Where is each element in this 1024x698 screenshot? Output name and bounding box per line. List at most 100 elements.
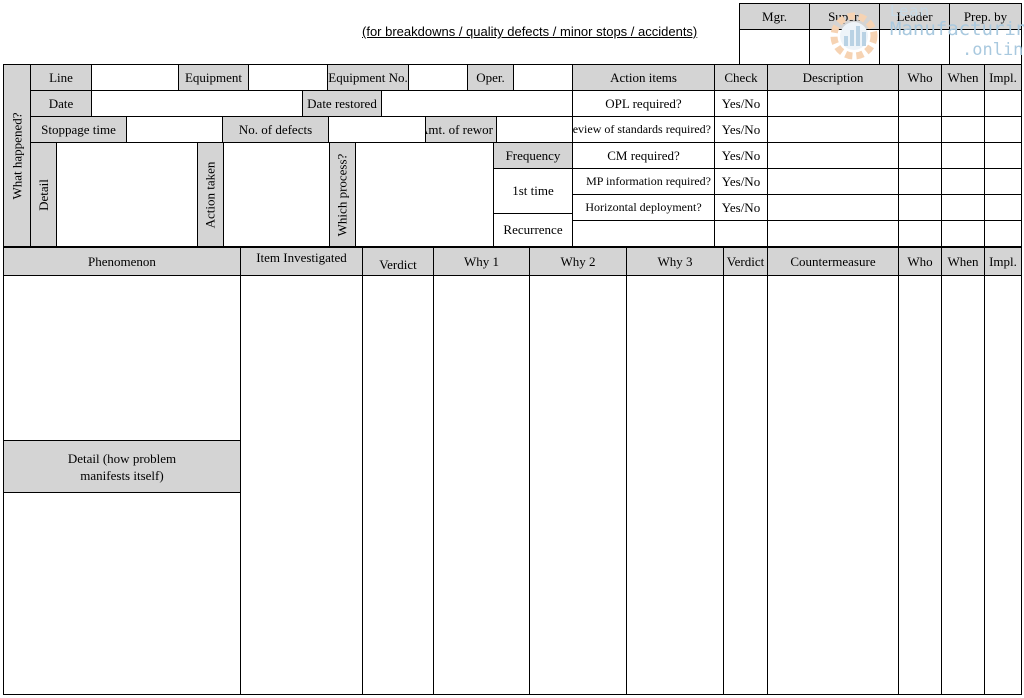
action-desc-horizontal[interactable] bbox=[767, 194, 899, 221]
action-impl-cm[interactable] bbox=[984, 142, 1022, 169]
action-desc-opl[interactable] bbox=[767, 90, 899, 117]
action-empty-when[interactable] bbox=[941, 220, 985, 247]
action-empty-who[interactable] bbox=[898, 220, 942, 247]
action-item-cm: CM required? bbox=[572, 142, 715, 169]
what-happened-label: What happened? bbox=[3, 64, 31, 247]
item-investigated-header: Item Investigated bbox=[240, 247, 363, 276]
amt-of-rework-field[interactable] bbox=[496, 116, 573, 143]
signoff-super-text: Super. bbox=[828, 8, 861, 24]
equipment-no-field[interactable] bbox=[408, 64, 468, 91]
phenomenon-field[interactable] bbox=[3, 275, 241, 441]
signoff-prep-box[interactable] bbox=[949, 29, 1022, 65]
action-when-opl[interactable] bbox=[941, 90, 985, 117]
countermeasure-column[interactable] bbox=[767, 275, 899, 695]
action-empty-desc[interactable] bbox=[767, 220, 899, 247]
action-who-mp[interactable] bbox=[898, 168, 942, 195]
action-impl-mp[interactable] bbox=[984, 168, 1022, 195]
action-who-standards[interactable] bbox=[898, 116, 942, 143]
signoff-super-label: Super. bbox=[809, 3, 880, 30]
why1-column[interactable] bbox=[433, 275, 530, 695]
item-investigated-column[interactable] bbox=[240, 275, 363, 695]
action-items-header: Action items bbox=[572, 64, 715, 91]
frequency-text: Frequency bbox=[505, 147, 561, 163]
oper-field[interactable] bbox=[513, 64, 573, 91]
action-item-text: Review of standards required? bbox=[572, 122, 711, 136]
action-when-standards[interactable] bbox=[941, 116, 985, 143]
which-process-text: Which process? bbox=[334, 153, 350, 236]
why3-header-text: Why 3 bbox=[657, 253, 693, 269]
action-impl-horizontal[interactable] bbox=[984, 194, 1022, 221]
action-check-mp[interactable]: Yes/No bbox=[714, 168, 768, 195]
action-item-horizontal: Horizontal deployment? bbox=[572, 194, 715, 221]
date-field[interactable] bbox=[91, 90, 303, 117]
action-item-opl: OPL required? bbox=[572, 90, 715, 117]
signoff-mgr-label: Mgr. bbox=[739, 3, 810, 30]
signoff-leader-box[interactable] bbox=[879, 29, 950, 65]
verdict-header: Verdict bbox=[362, 247, 434, 276]
action-impl-standards[interactable] bbox=[984, 116, 1022, 143]
check-header: Check bbox=[714, 64, 768, 91]
amt-of-rework-text: Amt. of rewor bbox=[425, 121, 493, 137]
analysis-when-header-text: When bbox=[947, 253, 979, 269]
signoff-mgr-box[interactable] bbox=[739, 29, 810, 65]
signoff-prep-label: Prep. by bbox=[949, 3, 1022, 30]
detail-field[interactable] bbox=[56, 142, 198, 247]
which-process-field[interactable] bbox=[355, 142, 494, 247]
frequency-label: Frequency bbox=[493, 142, 573, 169]
action-check-horizontal[interactable]: Yes/No bbox=[714, 194, 768, 221]
equipment-field[interactable] bbox=[248, 64, 328, 91]
impl-header: Impl. bbox=[984, 64, 1022, 91]
action-when-mp[interactable] bbox=[941, 168, 985, 195]
action-item-text: OPL required? bbox=[605, 95, 682, 111]
verdict2-column[interactable] bbox=[723, 275, 768, 695]
first-time-option[interactable]: 1st time bbox=[493, 168, 573, 214]
verdict2-header: Verdict bbox=[723, 247, 768, 276]
check-header-text: Check bbox=[724, 69, 758, 85]
action-empty-impl[interactable] bbox=[984, 220, 1022, 247]
analysis-impl-column[interactable] bbox=[984, 275, 1022, 695]
date-restored-field[interactable] bbox=[381, 90, 573, 117]
action-desc-cm[interactable] bbox=[767, 142, 899, 169]
action-item-text: Horizontal deployment? bbox=[585, 200, 702, 214]
phenomenon-header: Phenomenon bbox=[3, 247, 241, 276]
line-label: Line bbox=[30, 64, 92, 91]
action-check-cm[interactable]: Yes/No bbox=[714, 142, 768, 169]
when-header-text: When bbox=[947, 69, 979, 85]
action-who-horizontal[interactable] bbox=[898, 194, 942, 221]
detail-how-manifests-field[interactable] bbox=[3, 492, 241, 695]
countermeasure-header: Countermeasure bbox=[767, 247, 899, 276]
action-who-cm[interactable] bbox=[898, 142, 942, 169]
action-when-horizontal[interactable] bbox=[941, 194, 985, 221]
signoff-leader-text: Leader bbox=[896, 8, 933, 24]
analysis-who-column[interactable] bbox=[898, 275, 942, 695]
verdict-column[interactable] bbox=[362, 275, 434, 695]
action-check-standards[interactable]: Yes/No bbox=[714, 116, 768, 143]
action-when-cm[interactable] bbox=[941, 142, 985, 169]
action-check-opl[interactable]: Yes/No bbox=[714, 90, 768, 117]
signoff-leader-label: Leader bbox=[879, 3, 950, 30]
verdict2-header-text: Verdict bbox=[726, 253, 765, 269]
action-desc-mp[interactable] bbox=[767, 168, 899, 195]
what-happened-text: What happened? bbox=[9, 112, 25, 199]
stoppage-time-label: Stoppage time bbox=[30, 116, 127, 143]
action-desc-standards[interactable] bbox=[767, 116, 899, 143]
why3-column[interactable] bbox=[626, 275, 724, 695]
action-who-opl[interactable] bbox=[898, 90, 942, 117]
action-item-standards: Review of standards required? bbox=[572, 116, 715, 143]
action-impl-opl[interactable] bbox=[984, 90, 1022, 117]
analysis-when-column[interactable] bbox=[941, 275, 985, 695]
action-empty-item[interactable] bbox=[572, 220, 715, 247]
why2-column[interactable] bbox=[529, 275, 627, 695]
stoppage-time-field[interactable] bbox=[126, 116, 223, 143]
signoff-mgr-text: Mgr. bbox=[762, 8, 787, 24]
recurrence-option[interactable]: Recurrence bbox=[493, 213, 573, 247]
action-taken-field[interactable] bbox=[223, 142, 330, 247]
when-header: When bbox=[941, 64, 985, 91]
action-empty-check[interactable] bbox=[714, 220, 768, 247]
form-subtitle: (for breakdowns / quality defects / mino… bbox=[362, 24, 698, 39]
no-of-defects-field[interactable] bbox=[328, 116, 426, 143]
analysis-impl-header-text: Impl. bbox=[989, 253, 1017, 269]
detail-how-manifests-text: Detail (how problem manifests itself) bbox=[67, 450, 177, 483]
signoff-super-box[interactable] bbox=[809, 29, 880, 65]
line-field[interactable] bbox=[91, 64, 179, 91]
